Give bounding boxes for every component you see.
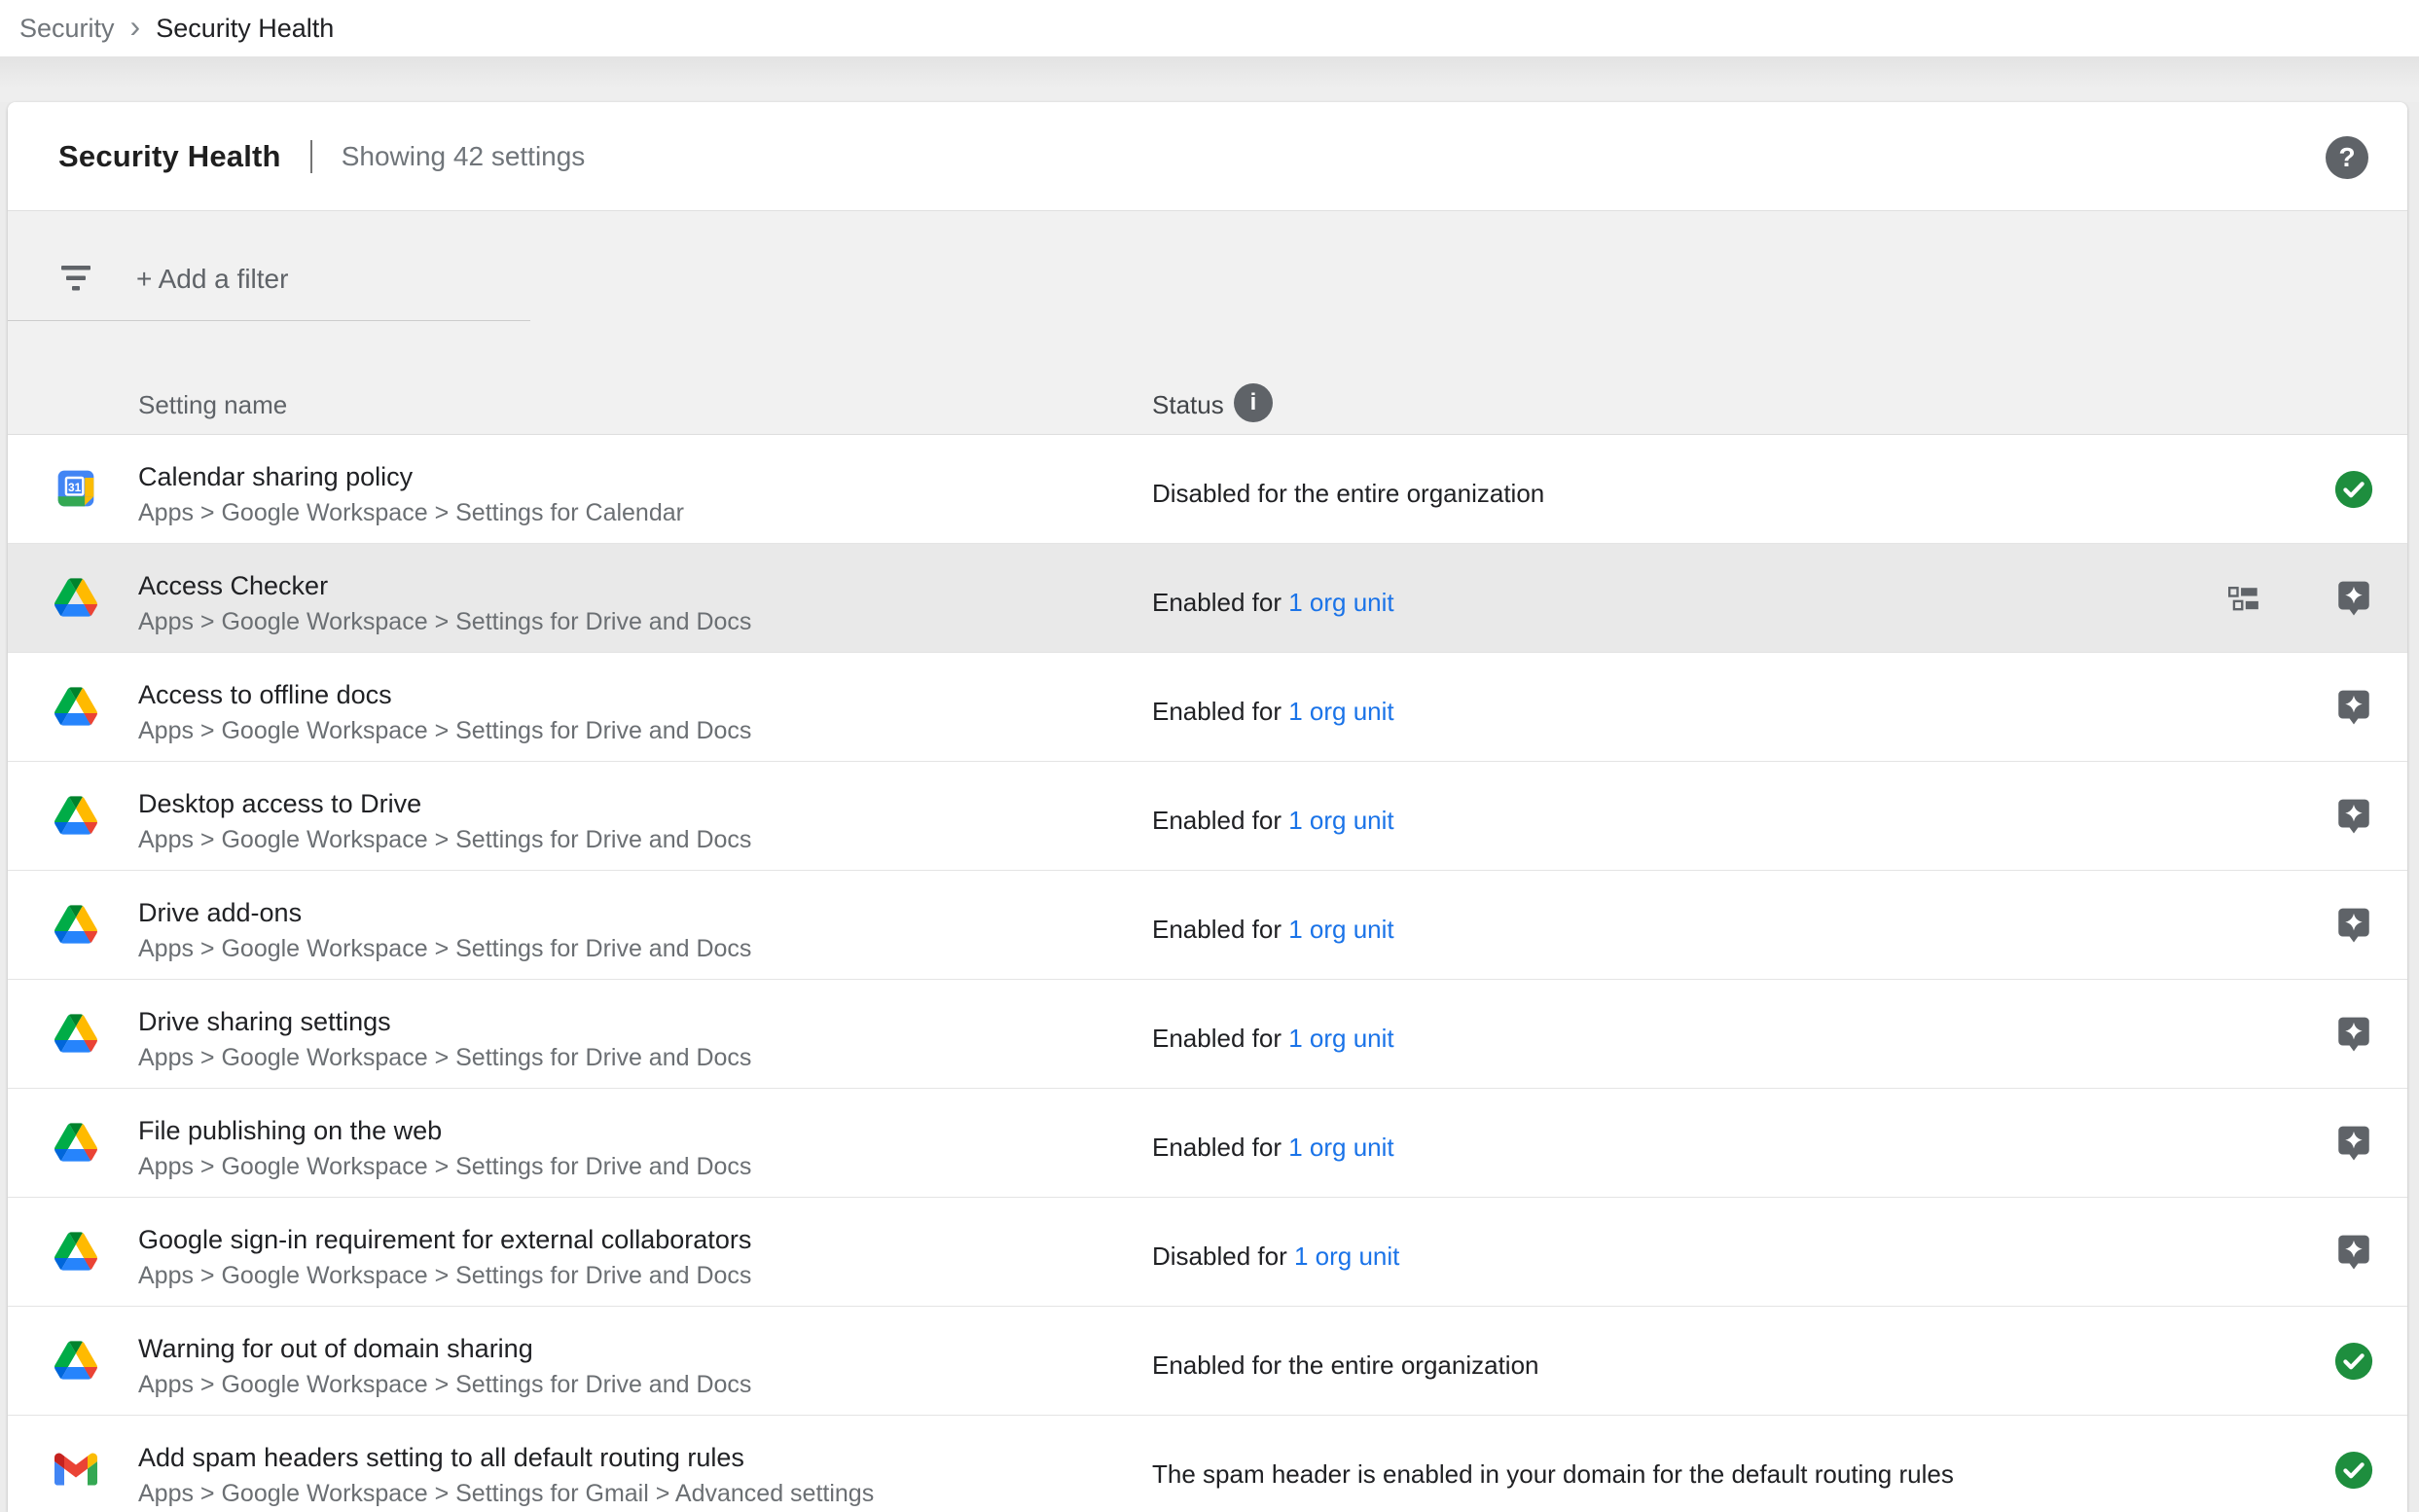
- status-text: Enabled for: [1152, 1133, 1288, 1162]
- org-chart-icon[interactable]: [2228, 587, 2265, 611]
- table-row[interactable]: Drive sharing settings Apps > Google Wor…: [8, 980, 2407, 1089]
- setting-name: Add spam headers setting to all default …: [138, 1441, 744, 1474]
- table-row[interactable]: Drive add-ons Apps > Google Workspace > …: [8, 871, 2407, 980]
- setting-path: Apps > Google Workspace > Settings for G…: [138, 1478, 874, 1509]
- google-drive-icon: [54, 1121, 97, 1164]
- table-header: Setting name Status i: [8, 321, 2407, 435]
- status-text: Enabled for: [1152, 588, 1288, 617]
- setting-status: Enabled for 1 org unit: [1152, 914, 1394, 945]
- page-background-band: [0, 56, 2419, 102]
- status-text: Enabled for: [1152, 697, 1288, 726]
- flag-badge-icon[interactable]: [2333, 1013, 2374, 1058]
- status-text: Disabled for the entire organization: [1152, 479, 1544, 508]
- gmail-icon: [54, 1448, 97, 1491]
- add-filter-button[interactable]: + Add a filter: [136, 264, 288, 295]
- setting-status: Enabled for 1 org unit: [1152, 1132, 1394, 1163]
- status-text: The spam header is enabled in your domai…: [1152, 1459, 1954, 1489]
- status-info-icon[interactable]: i: [1234, 383, 1273, 422]
- breadcrumb-security-link[interactable]: Security: [19, 14, 115, 44]
- security-health-card: Security Health Showing 42 settings ? + …: [8, 102, 2407, 1512]
- setting-status: Disabled for 1 org unit: [1152, 1241, 1399, 1272]
- org-unit-link[interactable]: 1 org unit: [1288, 915, 1393, 944]
- setting-name: Desktop access to Drive: [138, 787, 421, 820]
- table-row[interactable]: Warning for out of domain sharing Apps >…: [8, 1307, 2407, 1416]
- breadcrumb-current-page: Security Health: [156, 14, 334, 44]
- setting-path: Apps > Google Workspace > Settings for D…: [138, 1151, 751, 1182]
- google-drive-icon: [54, 1339, 97, 1382]
- flag-badge-icon[interactable]: [2333, 1122, 2374, 1167]
- breadcrumb-chevron-icon: ›: [130, 9, 141, 45]
- breadcrumb: Security › Security Health: [0, 0, 2419, 56]
- security-health-page: Security › Security Health Security Heal…: [0, 0, 2419, 1512]
- setting-name: Access to offline docs: [138, 678, 392, 711]
- setting-path: Apps > Google Workspace > Settings for D…: [138, 606, 751, 637]
- setting-name: Drive sharing settings: [138, 1005, 391, 1038]
- check-circle-icon: [2333, 1340, 2374, 1385]
- google-drive-icon: [54, 1012, 97, 1055]
- flag-badge-icon[interactable]: [2333, 577, 2374, 622]
- org-unit-link[interactable]: 1 org unit: [1288, 697, 1393, 726]
- page-title: Security Health: [58, 139, 281, 174]
- filter-bar: + Add a filter: [8, 211, 2407, 321]
- setting-name: Access Checker: [138, 569, 328, 602]
- title-divider: [310, 140, 312, 173]
- status-text: Enabled for: [1152, 806, 1288, 835]
- table-row[interactable]: Desktop access to Drive Apps > Google Wo…: [8, 762, 2407, 871]
- org-unit-link[interactable]: 1 org unit: [1288, 1133, 1393, 1162]
- svg-text:31: 31: [68, 481, 82, 494]
- setting-name: Drive add-ons: [138, 896, 302, 929]
- setting-status: Enabled for 1 org unit: [1152, 1023, 1394, 1054]
- setting-path: Apps > Google Workspace > Settings for D…: [138, 1042, 751, 1073]
- setting-path: Apps > Google Workspace > Settings for D…: [138, 824, 751, 855]
- column-status: Status: [1152, 390, 1224, 420]
- table-row[interactable]: Google sign-in requirement for external …: [8, 1198, 2407, 1307]
- setting-status: The spam header is enabled in your domai…: [1152, 1458, 1954, 1490]
- table-row[interactable]: Access to offline docs Apps > Google Wor…: [8, 653, 2407, 762]
- column-setting-name: Setting name: [138, 390, 287, 420]
- setting-path: Apps > Google Workspace > Settings for C…: [138, 497, 684, 528]
- check-circle-icon: [2333, 468, 2374, 513]
- org-unit-link[interactable]: 1 org unit: [1288, 1024, 1393, 1053]
- setting-path: Apps > Google Workspace > Settings for D…: [138, 715, 751, 746]
- table-row[interactable]: 31 Calendar sharing policy Apps > Google…: [8, 435, 2407, 544]
- setting-status: Disabled for the entire organization: [1152, 478, 1544, 509]
- filter-icon: [58, 264, 93, 293]
- setting-path: Apps > Google Workspace > Settings for D…: [138, 1260, 751, 1291]
- flag-badge-icon[interactable]: [2333, 686, 2374, 731]
- setting-name: Google sign-in requirement for external …: [138, 1223, 751, 1256]
- setting-status: Enabled for 1 org unit: [1152, 696, 1394, 727]
- google-drive-icon: [54, 576, 97, 619]
- setting-path: Apps > Google Workspace > Settings for D…: [138, 933, 751, 964]
- setting-status: Enabled for 1 org unit: [1152, 805, 1394, 836]
- setting-status: Enabled for 1 org unit: [1152, 587, 1394, 618]
- check-circle-icon: [2333, 1449, 2374, 1494]
- org-unit-link[interactable]: 1 org unit: [1294, 1242, 1399, 1271]
- google-drive-icon: [54, 685, 97, 728]
- google-drive-icon: [54, 794, 97, 837]
- google-calendar-icon: 31: [54, 467, 97, 510]
- status-text: Enabled for: [1152, 1024, 1288, 1053]
- table-row[interactable]: File publishing on the web Apps > Google…: [8, 1089, 2407, 1198]
- settings-count: Showing 42 settings: [342, 141, 586, 172]
- org-unit-link[interactable]: 1 org unit: [1288, 588, 1393, 617]
- table-row[interactable]: Add spam headers setting to all default …: [8, 1416, 2407, 1512]
- setting-name: Calendar sharing policy: [138, 460, 413, 493]
- setting-name: Warning for out of domain sharing: [138, 1332, 533, 1365]
- google-drive-icon: [54, 903, 97, 946]
- settings-list: 31 Calendar sharing policy Apps > Google…: [8, 435, 2407, 1512]
- status-text: Enabled for: [1152, 915, 1288, 944]
- status-text: Enabled for the entire organization: [1152, 1350, 1539, 1380]
- org-unit-link[interactable]: 1 org unit: [1288, 806, 1393, 835]
- google-drive-icon: [54, 1230, 97, 1273]
- flag-badge-icon[interactable]: [2333, 1231, 2374, 1276]
- table-row[interactable]: Access Checker Apps > Google Workspace >…: [8, 544, 2407, 653]
- flag-badge-icon[interactable]: [2333, 904, 2374, 949]
- setting-path: Apps > Google Workspace > Settings for D…: [138, 1369, 751, 1400]
- card-header: Security Health Showing 42 settings ?: [8, 102, 2407, 211]
- flag-badge-icon[interactable]: [2333, 795, 2374, 840]
- setting-name: File publishing on the web: [138, 1114, 442, 1147]
- help-icon[interactable]: ?: [2326, 136, 2368, 179]
- status-text: Disabled for: [1152, 1242, 1294, 1271]
- setting-status: Enabled for the entire organization: [1152, 1350, 1539, 1381]
